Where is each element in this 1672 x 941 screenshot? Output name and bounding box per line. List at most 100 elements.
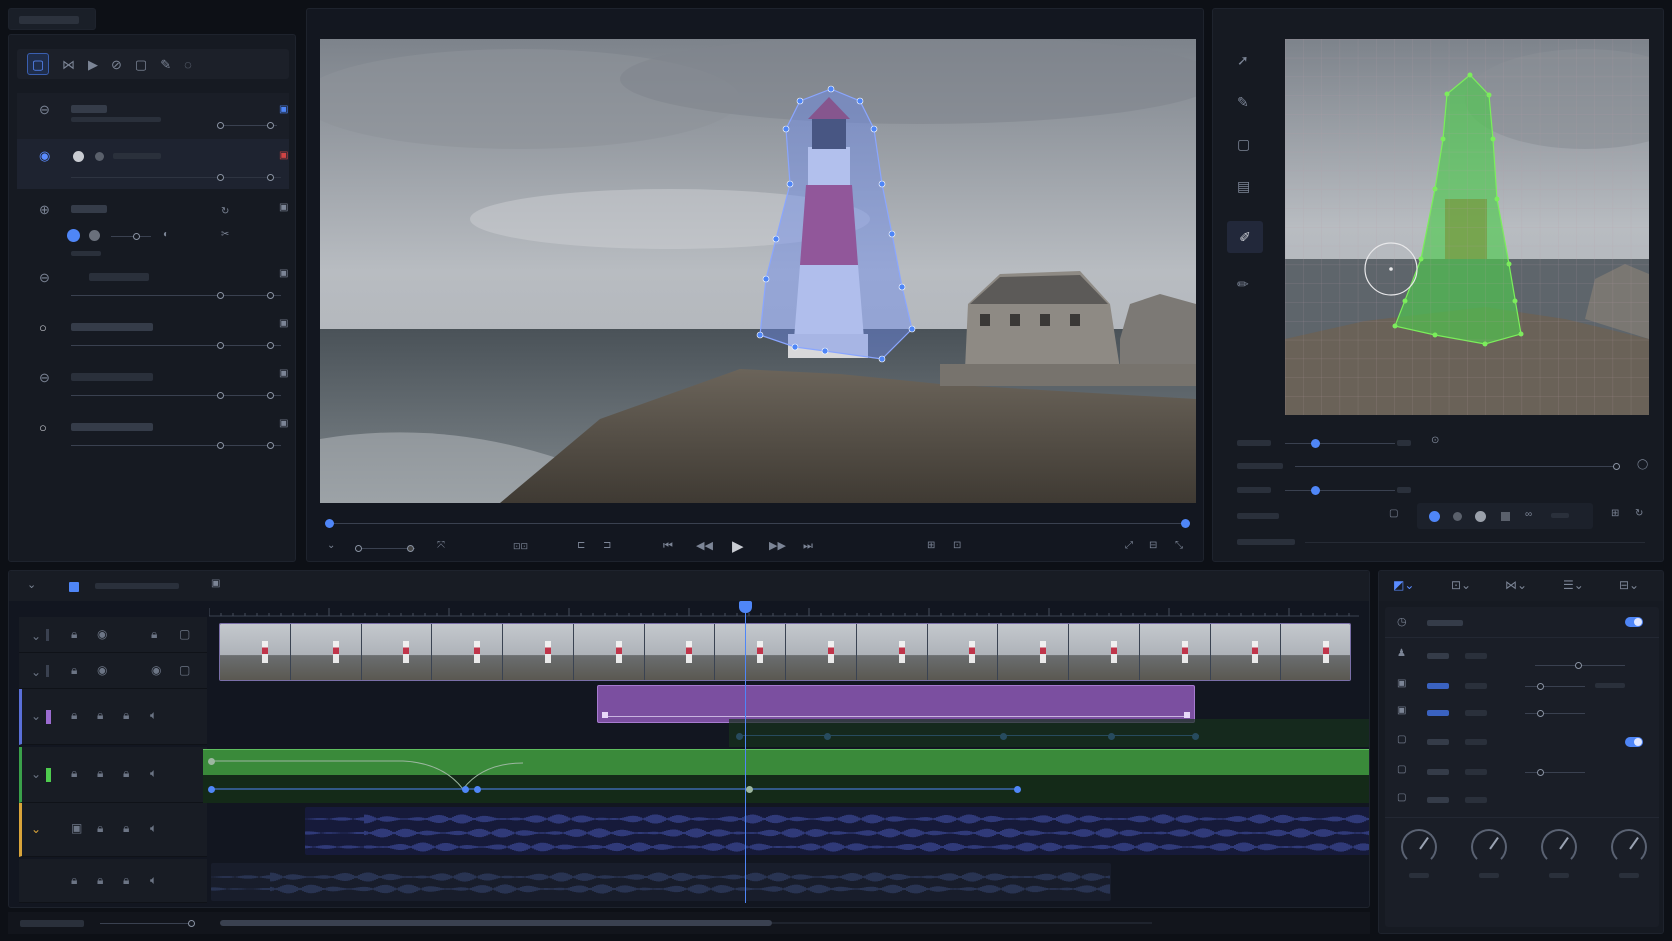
settings-icon[interactable]: ☰⌄ (1563, 579, 1584, 591)
color-swatch-white[interactable] (73, 151, 84, 162)
checkbox-icon[interactable]: ▢ (1397, 735, 1406, 745)
link-view-icon[interactable]: ⊟ (1149, 541, 1157, 551)
layer-row[interactable]: ⊕ ↻ ▣ ◐ ✂ (17, 195, 289, 256)
lock-icon[interactable]: 🔒︎ (123, 766, 129, 781)
dial-knob-1[interactable] (1401, 829, 1437, 865)
dial-knob-4[interactable] (1611, 829, 1647, 865)
lock-icon[interactable]: 🔒︎ (97, 708, 103, 723)
invert-icon[interactable]: ◐ (163, 230, 169, 240)
color-swatch-gray[interactable] (95, 152, 104, 161)
chevron-down-icon[interactable]: ⌄ (31, 709, 41, 723)
track-header-purple[interactable]: ⌄ 🔒︎ 🔒︎ 🔒︎ 🔈︎ (19, 689, 207, 745)
export-icon[interactable]: ⊟⌄ (1619, 579, 1639, 591)
layer-box-icon[interactable]: ▣ (279, 369, 288, 379)
clip-handle[interactable] (602, 712, 608, 718)
lock-icon[interactable]: 🔒︎ (123, 873, 129, 888)
skip-end-icon[interactable]: ⏭ (803, 541, 813, 552)
add-mask-icon[interactable]: ⊞ (1611, 509, 1619, 519)
transform-icon[interactable]: ⊡⌄ (1451, 579, 1471, 591)
mode-intersect-icon[interactable] (1475, 511, 1486, 522)
eye-icon[interactable]: ◉ (151, 663, 161, 677)
layer-row[interactable]: ⊖ ▣ (17, 93, 289, 139)
keyframe[interactable] (208, 786, 215, 793)
safe-area-icon[interactable]: ⊞ (927, 541, 935, 551)
mode-subtract-icon[interactable] (1453, 512, 1462, 521)
tracking-icon[interactable]: ⋈⌄ (1505, 579, 1527, 591)
video-clip-filmstrip[interactable] (219, 623, 1351, 681)
option-toggle[interactable] (1625, 737, 1643, 747)
circle-icon[interactable]: ○ (39, 421, 47, 434)
dial-knob-3[interactable] (1541, 829, 1577, 865)
mask-mode-icon[interactable]: ◩⌄ (1393, 579, 1414, 591)
track-header-green[interactable]: ⌄ 🔒︎ 🔒︎ 🔒︎ 🔈︎ (19, 747, 207, 803)
chevron-down-icon[interactable]: ⌄ (31, 822, 41, 836)
minus-circle-icon[interactable]: ⊖ (39, 271, 50, 284)
lock-icon[interactable]: 🔒︎ (123, 708, 129, 723)
layer-box-icon[interactable]: ▣ (279, 419, 288, 429)
reset-icon[interactable]: ⊙ (1431, 436, 1439, 446)
fit-icon[interactable]: ⤧ (437, 541, 445, 551)
track-box-icon[interactable]: ▢ (179, 663, 190, 677)
mask-mode-selector[interactable]: ∞ (1417, 503, 1593, 529)
brush-icon[interactable]: ✎ (1237, 95, 1249, 109)
speaker-icon[interactable]: 🔈︎ (150, 873, 157, 888)
eye-icon[interactable]: ◉ (97, 627, 107, 641)
rectangle-icon[interactable]: ▢ (1237, 137, 1250, 151)
track-header-video-1[interactable]: ⌄ 🔒︎ ◉ 🔒︎ ▢ (19, 617, 207, 653)
play-icon[interactable]: ▶ (732, 539, 744, 554)
clip-handle[interactable] (1184, 712, 1190, 718)
color-swatch-blue[interactable] (67, 229, 80, 242)
chevron-down-icon[interactable]: ⌄ (31, 767, 41, 781)
lock-icon[interactable]: 🔒︎ (123, 821, 129, 836)
chevron-down-icon[interactable]: ⌄ (327, 541, 335, 551)
circle-icon[interactable]: ○ (39, 321, 47, 334)
layer-link-icon[interactable]: ▣ (279, 105, 288, 115)
frame-icon[interactable]: ▢ (135, 58, 147, 71)
track-header-audio-2[interactable]: 🔒︎ 🔒︎ 🔒︎ 🔈︎ (19, 859, 207, 903)
lock-icon[interactable]: 🔒︎ (97, 873, 103, 888)
mode-link-icon[interactable]: ∞ (1525, 510, 1532, 520)
plus-circle-icon[interactable]: ⊕ (39, 203, 50, 216)
clock-icon[interactable]: ◷ (1397, 617, 1407, 628)
layer-row-selected[interactable]: ◉ ▣ (17, 139, 289, 189)
mask-preview-canvas[interactable] (1285, 39, 1649, 415)
layer-row[interactable]: ⊖ ▣ (17, 261, 289, 309)
mask-icon[interactable]: ⋈ (62, 58, 75, 71)
link-icon[interactable]: ⊘ (111, 58, 122, 71)
keyframe-icon[interactable]: ◯ (1637, 460, 1648, 470)
keyframe[interactable] (746, 786, 753, 793)
mask-layer-icon[interactable]: ▤ (1237, 179, 1250, 193)
chevron-down-icon[interactable]: ⌄ (31, 629, 41, 643)
mark-out-icon[interactable]: ⊐ (603, 541, 611, 551)
zoom-fit-icon[interactable]: ⤢ (1125, 541, 1133, 551)
layer-row[interactable]: ○ ▣ (17, 411, 289, 459)
eraser-icon[interactable]: ✏ (1237, 277, 1249, 291)
checkbox-icon[interactable]: ▢ (1397, 793, 1406, 803)
lock-icon[interactable]: 🔒︎ (151, 627, 157, 642)
pointer-icon[interactable]: ➚ (1237, 53, 1249, 67)
lock-icon[interactable]: 🔒︎ (97, 766, 103, 781)
lock-icon[interactable]: 🔒︎ (97, 821, 103, 836)
keyframe[interactable] (1014, 786, 1021, 793)
paint-icon[interactable]: ✐ (1227, 221, 1263, 253)
keyframe[interactable] (462, 786, 469, 793)
step-forward-icon[interactable]: ▶▶ (769, 541, 786, 552)
enable-toggle[interactable] (1625, 617, 1643, 627)
layer-box-icon[interactable]: ▣ (279, 203, 288, 213)
mic-icon[interactable]: ▣ (71, 821, 82, 835)
viewer-scrub-bar[interactable] (325, 519, 1190, 528)
checkbox-icon[interactable]: ▢ (1397, 765, 1406, 775)
reset-mask-icon[interactable]: ↻ (1635, 509, 1643, 519)
lock-icon[interactable]: 🔒︎ (71, 663, 77, 678)
speaker-icon[interactable]: 🔈︎ (150, 821, 157, 836)
layer-box-icon[interactable]: ▣ (279, 319, 288, 329)
purple-effect-clip[interactable] (597, 685, 1195, 723)
checkbox-icon[interactable]: ▣ (1397, 706, 1406, 716)
minus-circle-icon[interactable]: ⊖ (39, 103, 50, 116)
viewer-canvas[interactable] (320, 39, 1196, 503)
overlay-icon[interactable]: ⊡ (953, 541, 961, 551)
layer-box-icon[interactable]: ▣ (279, 269, 288, 279)
fullscreen-icon[interactable]: ⤡ (1175, 541, 1183, 551)
track-header-audio[interactable]: ⌄ ▣ 🔒︎ 🔒︎ 🔈︎ (19, 803, 207, 857)
checkbox-icon[interactable]: ▣ (1397, 679, 1406, 689)
